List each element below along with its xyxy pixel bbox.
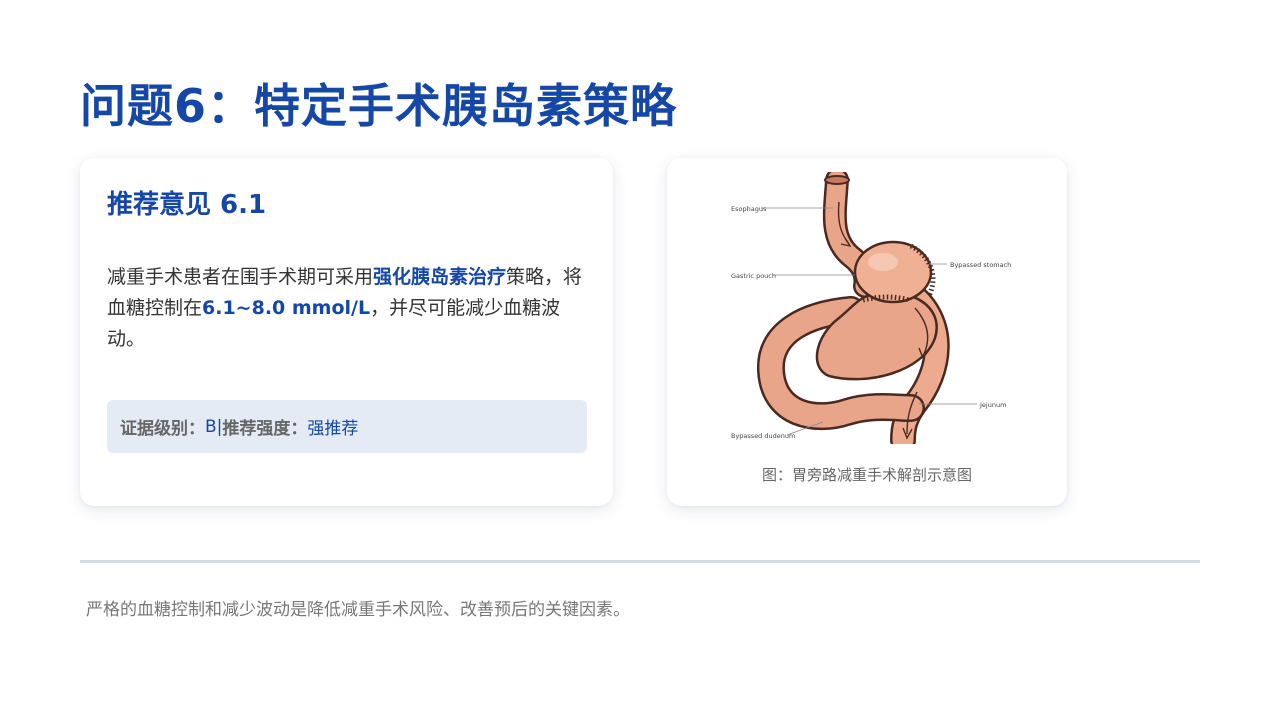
- recommendation-text-part-1: 减重手术患者在围手术期可采用: [107, 266, 374, 288]
- label-jejunum: Jejunum: [979, 401, 1006, 409]
- footer-note: 严格的血糖控制和减少波动是降低减重手术风险、改善预后的关键因素。: [86, 600, 630, 620]
- label-bypassed-stomach: Bypassed stomach: [950, 261, 1011, 269]
- recommendation-strength-value: 强推荐: [307, 419, 359, 439]
- recommendation-strength-label: 推荐强度：: [222, 419, 308, 439]
- recommendation-heading: 推荐意见 6.1: [107, 190, 267, 220]
- recommendation-highlight-range: 6.1~8.0 mmol/L: [202, 297, 371, 319]
- evidence-level-label: 证据级别：: [120, 419, 205, 439]
- label-bypassed-duodenum: Bypassed dudenum: [731, 432, 795, 440]
- page-title: 问题6：特定手术胰岛素策略: [80, 79, 678, 133]
- evidence-level-value: B: [205, 416, 217, 437]
- recommendation-text: 减重手术患者在围手术期可采用强化胰岛素治疗策略，将血糖控制在6.1~8.0 mm…: [107, 262, 587, 355]
- label-esophagus: Esophagus: [731, 205, 767, 213]
- section-divider: [80, 560, 1200, 563]
- illustration-caption: 图：胃旁路减重手术解剖示意图: [761, 466, 972, 484]
- gastric-bypass-illustration: Esophagus Gastric pouch Bypassed stomach…: [731, 172, 1011, 444]
- recommendation-card: 推荐意见 6.1 减重手术患者在围手术期可采用强化胰岛素治疗策略，将血糖控制在6…: [80, 158, 613, 506]
- illustration-card: Esophagus Gastric pouch Bypassed stomach…: [667, 158, 1067, 506]
- label-gastric-pouch: Gastric pouch: [731, 272, 776, 280]
- recommendation-highlight-therapy: 强化胰岛素治疗: [373, 266, 507, 288]
- evidence-box: 证据级别： B | 推荐强度： 强推荐: [107, 400, 587, 453]
